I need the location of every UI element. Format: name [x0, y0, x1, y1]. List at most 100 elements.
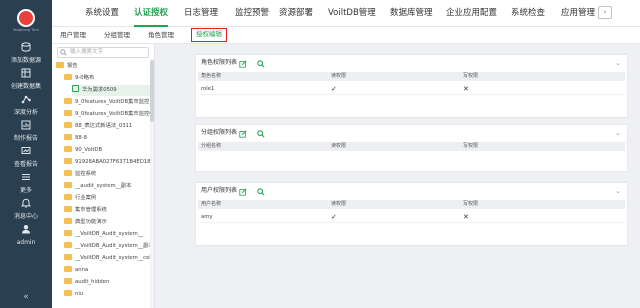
sub-tab-bar: 用户管理 分组管理 角色管理 授权编辑 [52, 27, 640, 44]
sidebar-item[interactable]: 制作报告 [0, 118, 52, 144]
tree-node-label: audit_hidden [75, 279, 110, 285]
module-tab[interactable]: 资源部署 [279, 0, 313, 27]
tree-node-label: 行业案例 [75, 195, 97, 201]
read-permission-icon[interactable]: ✓ [331, 83, 337, 95]
tree-node[interactable]: 9-0略布 [64, 73, 151, 84]
left-sidebar: Yonghong Tech 添加数据源 创建数据集 深度分析制作报告查看报告 更多 消息… [0, 0, 52, 308]
sub-tab[interactable]: 角色管理 [148, 27, 174, 44]
sidebar-item[interactable]: 添加数据源 [0, 40, 52, 66]
tree-node-label: 9-0略布 [75, 75, 95, 81]
folder-icon [64, 206, 72, 212]
module-tab[interactable]: VoiltDB管理 [328, 0, 376, 27]
tree-node[interactable]: 9_0features_VoiltDB集市监控C [64, 109, 151, 120]
folder-icon [64, 230, 72, 236]
table-header: 用户名称 读权限 写权限 [198, 200, 625, 209]
folder-icon [64, 170, 72, 176]
tree-node[interactable]: __VoiltDB_Audit_system__celin [64, 253, 151, 264]
edit-icon[interactable] [239, 187, 247, 196]
module-tab[interactable]: 系统设置 [85, 0, 119, 27]
sub-tab[interactable]: 分组管理 [104, 27, 130, 44]
folder-icon [64, 134, 72, 140]
tree-node-label: 9_0features_VoiltDB集市监控C [75, 111, 151, 117]
logo: Yonghong Tech [0, 0, 52, 40]
table-header: 角色名称 读权限 写权限 [198, 72, 625, 81]
tree-node-label: 9_0features_VoiltDB集市监控 [75, 99, 150, 105]
resource-tree-panel: 输入搜索文字 报告 9-0略布华为需求0509 9_0features_VoiltD… [52, 44, 155, 308]
edit-icon[interactable] [239, 129, 247, 138]
tree-node[interactable]: 9_0features_VoiltDB集市监控 [64, 97, 151, 108]
tree-node[interactable]: __VoiltDB_Audit_system__副本 [64, 241, 151, 252]
sidebar-item[interactable]: admin [0, 222, 52, 248]
sidebar-item[interactable]: 消息中心 [0, 196, 52, 222]
sidebar-item-label: admin [16, 238, 36, 246]
tree-node[interactable]: __VoiltDB_Audit_system__ [64, 229, 151, 240]
tree-node-label: 华为需求0509 [82, 87, 117, 93]
tree-node[interactable]: 典型功能演示 [64, 217, 151, 228]
module-tab[interactable]: 系统检查 [511, 0, 545, 27]
search-placeholder: 输入搜索文字 [70, 49, 104, 55]
tree-node[interactable]: 监控系统 [64, 169, 151, 180]
write-permission-icon[interactable]: ✕ [463, 83, 469, 95]
database-icon [21, 41, 31, 57]
folder-icon [64, 194, 72, 200]
column-header: 用户名称 [201, 201, 222, 207]
module-tab[interactable]: 应用管理 [561, 0, 595, 27]
column-header: 读权限 [331, 73, 347, 79]
tree-node[interactable]: 集市管理系统 [64, 205, 151, 216]
tree-node[interactable]: anna [64, 265, 151, 276]
table-row[interactable]: role1 ✓ ✕ [198, 83, 625, 95]
sidebar-item[interactable]: 深度分析 [0, 92, 52, 118]
tree-node[interactable]: __audit_system__副本 [64, 181, 151, 192]
collapse-chevron-icon[interactable]: ⌄ [615, 183, 621, 199]
tree-node-label: __VoiltDB_Audit_system__celin [75, 255, 151, 261]
tree-node[interactable]: 华为需求0509 [72, 85, 151, 96]
module-tab[interactable]: 认证授权 [134, 0, 169, 27]
folder-icon [64, 110, 72, 116]
write-permission-icon[interactable]: ✕ [463, 211, 469, 223]
module-tab[interactable]: 数据库管理 [390, 0, 433, 27]
module-tab[interactable]: 日志管理 [184, 0, 218, 27]
user-permission-card: 用户权限列表 ⌄ 用户名称 读权限 写权限 amy ✓ ✕ [195, 182, 628, 246]
tree-node[interactable]: 90_VoltDB [64, 145, 151, 156]
tree-search-input[interactable]: 输入搜索文字 [57, 47, 149, 58]
table-row[interactable]: amy ✓ ✕ [198, 211, 625, 223]
folder-icon [64, 254, 72, 260]
folder-icon [64, 122, 72, 128]
search-icon[interactable] [257, 129, 265, 138]
tree-node[interactable]: 91928ABA027F6371B4ED18A5 [64, 157, 151, 168]
module-tab[interactable]: 监控预警 [235, 0, 269, 27]
more-icon [21, 172, 31, 187]
collapse-chevron-icon[interactable]: ⌄ [615, 55, 621, 71]
sidebar-item[interactable]: 查看报告 [0, 144, 52, 170]
scrollbar-thumb[interactable] [150, 60, 154, 122]
tree-node[interactable]: 88-8 [64, 133, 151, 144]
sub-tab[interactable]: 授权编辑 [191, 28, 227, 42]
card-title: 用户权限列表 [201, 187, 238, 194]
tree-node[interactable]: 88_表达式新语法_0311 [64, 121, 151, 132]
folder-icon [64, 218, 72, 224]
search-icon [60, 49, 67, 56]
module-tab[interactable]: 企业应用配置 [446, 0, 497, 27]
search-icon[interactable] [257, 187, 265, 196]
sub-tab[interactable]: 用户管理 [60, 27, 86, 44]
collapse-chevron-icon[interactable]: ⌄ [615, 125, 621, 141]
edit-icon[interactable] [239, 59, 247, 68]
sidebar-item[interactable]: 创建数据集 [0, 66, 52, 92]
sidebar-item-label: 制作报告 [13, 134, 38, 142]
tree-node-label: anna [75, 267, 89, 273]
column-header: 角色名称 [201, 73, 222, 79]
more-modules-button[interactable]: › [598, 6, 612, 19]
tree-node[interactable]: audit_hidden [64, 277, 151, 288]
read-permission-icon[interactable]: ✓ [331, 211, 337, 223]
collapse-sidebar-button[interactable]: « [0, 292, 52, 302]
sidebar-item[interactable]: 更多 [0, 170, 52, 196]
tree-node[interactable]: 报告 [56, 61, 151, 72]
tree-scrollbar[interactable] [150, 60, 154, 308]
tree-node-label: 88_表达式新语法_0311 [75, 123, 133, 129]
tree-node[interactable]: 行业案例 [64, 193, 151, 204]
tree-node[interactable]: niu [64, 289, 151, 300]
card-title: 角色权限列表 [201, 59, 238, 66]
folder-icon [64, 146, 72, 152]
tree-node-label: niu [75, 291, 84, 297]
search-icon[interactable] [257, 59, 265, 68]
